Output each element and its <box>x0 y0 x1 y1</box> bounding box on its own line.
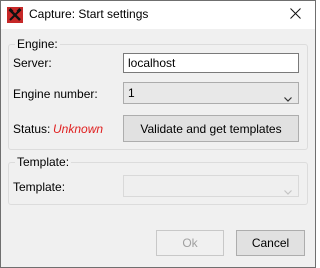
engine-number-select[interactable]: 1 <box>123 82 299 104</box>
status-value: Unknown <box>53 122 104 136</box>
close-icon <box>289 8 301 22</box>
validate-button-label: Validate and get templates <box>140 121 282 136</box>
engine-number-value: 1 <box>128 86 135 100</box>
ok-button[interactable]: Ok <box>156 230 224 256</box>
window-title: Capture: Start settings <box>29 7 149 21</box>
close-button[interactable] <box>275 1 315 29</box>
title-bar: Capture: Start settings <box>1 1 315 29</box>
ok-button-label: Ok <box>182 236 198 250</box>
engine-number-label: Engine number: <box>13 87 98 101</box>
tools-icon <box>7 7 23 23</box>
server-label: Server: <box>13 56 52 70</box>
cancel-button-label: Cancel <box>251 236 290 250</box>
engine-group-title: Engine: <box>15 37 60 51</box>
template-group-title: Template: <box>15 155 72 169</box>
chevron-down-icon <box>284 91 292 102</box>
template-select[interactable] <box>123 175 299 197</box>
server-input[interactable]: localhost <box>123 53 299 73</box>
template-label: Template: <box>13 180 66 194</box>
status-label: Status: <box>13 122 51 136</box>
validate-button[interactable]: Validate and get templates <box>123 115 299 142</box>
chevron-down-icon <box>284 184 292 195</box>
dialog-window: Capture: Start settings Engine: Server: … <box>0 0 316 268</box>
cancel-button[interactable]: Cancel <box>236 230 305 256</box>
